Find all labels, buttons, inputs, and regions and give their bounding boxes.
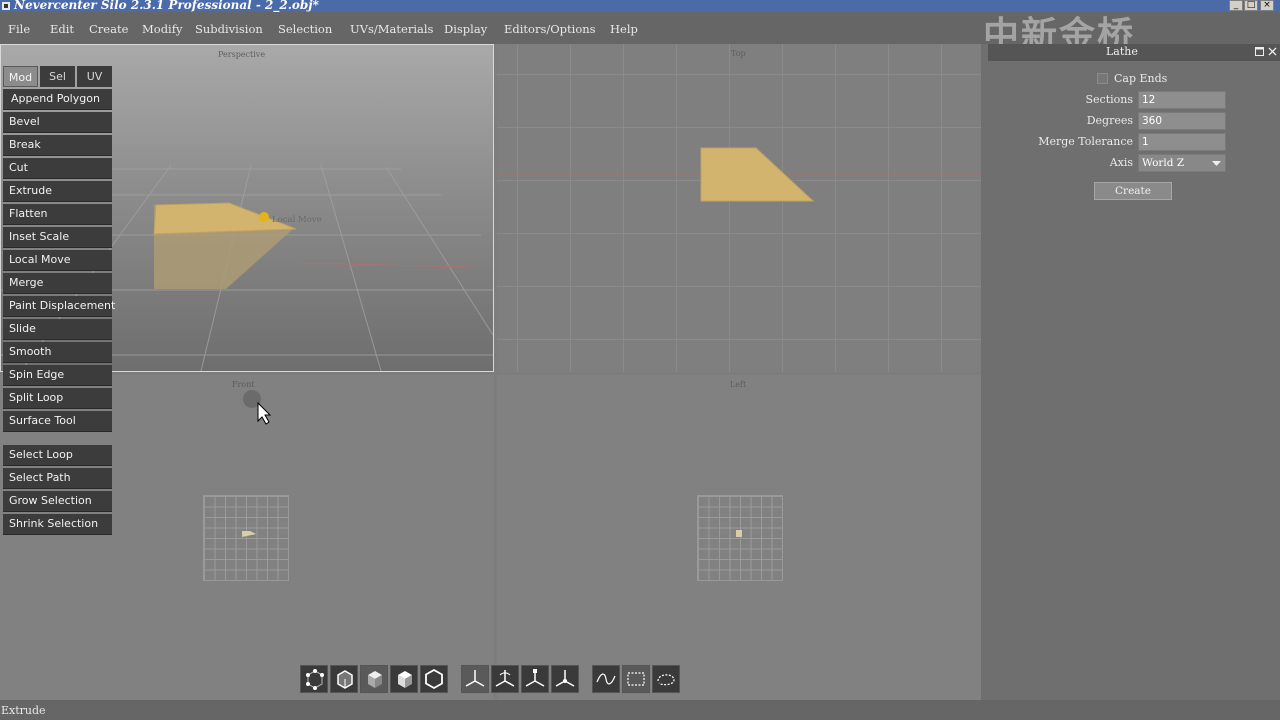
hexagon-mode-icon[interactable] <box>420 665 448 693</box>
chevron-down-icon <box>1212 161 1221 166</box>
axis-dropdown[interactable]: World Z <box>1138 154 1226 172</box>
cap-ends-label: Cap Ends <box>1114 72 1168 85</box>
menu-bar: File Edit Create Modify Subdivision Sele… <box>0 12 1280 56</box>
tool-extrude[interactable]: Extrude <box>3 181 112 202</box>
tool-local-move[interactable]: Local Move <box>3 250 112 271</box>
window-title: Nevercenter Silo 2.3.1 Professional - 2_… <box>14 0 319 12</box>
tool-smooth[interactable]: Smooth <box>3 342 112 363</box>
axis-label: Axis <box>1109 156 1133 169</box>
top-viewport[interactable]: Top <box>497 44 981 372</box>
edge-mode-icon[interactable] <box>330 665 358 693</box>
tool-append-polygon[interactable]: Append Polygon <box>3 89 112 110</box>
front-model-shape <box>242 531 256 537</box>
viewport-label-front: Front <box>232 380 255 389</box>
move-manipulator-icon[interactable] <box>461 665 489 693</box>
viewport-label-perspective: Perspective <box>218 50 266 59</box>
maximize-button[interactable]: □ <box>1244 0 1258 11</box>
menu-subdivision[interactable]: Subdivision <box>195 22 263 36</box>
create-button[interactable]: Create <box>1094 182 1172 200</box>
local-move-overlay-label: Local Move <box>272 215 322 225</box>
sections-field[interactable]: 12 <box>1138 91 1226 109</box>
face-mode-icon[interactable] <box>360 665 388 693</box>
scale-manipulator-icon[interactable] <box>521 665 549 693</box>
degrees-label: Degrees <box>1086 114 1133 127</box>
viewport-label-top: Top <box>731 49 746 58</box>
tool-bevel[interactable]: Bevel <box>3 112 112 133</box>
tool-tabs: Mod Sel UV <box>3 66 112 87</box>
lathe-panel-title: Lathe <box>1106 45 1138 58</box>
menu-file[interactable]: File <box>8 22 30 36</box>
lathe-panel-header: Lathe <box>988 44 1280 61</box>
marquee-select-icon[interactable] <box>622 665 650 693</box>
mouse-cursor-icon <box>243 390 272 425</box>
close-button[interactable]: × <box>1260 0 1274 11</box>
tool-select-path[interactable]: Select Path <box>3 468 112 489</box>
tool-grow-selection[interactable]: Grow Selection <box>3 491 112 512</box>
menu-uvs-materials[interactable]: UVs/Materials <box>350 22 433 36</box>
tool-shrink-selection[interactable]: Shrink Selection <box>3 514 112 535</box>
tool-break[interactable]: Break <box>3 135 112 156</box>
tool-cut[interactable]: Cut <box>3 158 112 179</box>
tool-paint-displacement[interactable]: Paint Displacement <box>3 296 115 317</box>
tool-slide[interactable]: Slide <box>3 319 112 340</box>
left-mini-grid <box>697 495 783 581</box>
close-panel-icon[interactable] <box>1268 47 1277 56</box>
menu-create[interactable]: Create <box>89 22 128 36</box>
tool-split-loop[interactable]: Split Loop <box>3 388 112 409</box>
left-viewport[interactable]: Left <box>497 375 981 700</box>
menu-editors-options[interactable]: Editors/Options <box>504 22 596 36</box>
tool-inset-scale[interactable]: Inset Scale <box>3 227 112 248</box>
viewport-label-left: Left <box>730 380 747 389</box>
cap-ends-checkbox[interactable] <box>1097 73 1108 84</box>
tool-select-loop[interactable]: Select Loop <box>3 445 112 466</box>
paint-select-icon[interactable] <box>592 665 620 693</box>
tab-sel[interactable]: Sel <box>40 66 75 87</box>
tool-merge[interactable]: Merge <box>3 273 112 294</box>
menu-edit[interactable]: Edit <box>50 22 74 36</box>
vertex-mode-icon[interactable] <box>300 665 328 693</box>
degrees-field[interactable]: 360 <box>1138 112 1226 130</box>
tab-mod[interactable]: Mod <box>3 66 38 87</box>
universal-manipulator-icon[interactable] <box>551 665 579 693</box>
merge-tolerance-field[interactable]: 1 <box>1138 133 1226 151</box>
status-text: Extrude <box>1 704 46 717</box>
tool-flatten[interactable]: Flatten <box>3 204 112 225</box>
tool-surface-tool[interactable]: Surface Tool <box>3 411 112 432</box>
lasso-select-icon[interactable] <box>652 665 680 693</box>
sections-label: Sections <box>1085 93 1134 106</box>
axis-dropdown-value: World Z <box>1142 157 1185 169</box>
rotate-manipulator-icon[interactable] <box>491 665 519 693</box>
float-panel-icon[interactable] <box>1255 47 1264 56</box>
top-scene <box>497 147 981 202</box>
object-mode-icon[interactable] <box>390 665 418 693</box>
left-model-shape <box>736 530 742 537</box>
menu-selection[interactable]: Selection <box>278 22 332 36</box>
status-bar: Extrude <box>0 700 1280 720</box>
menu-display[interactable]: Display <box>444 22 487 36</box>
merge-tolerance-label: Merge Tolerance <box>1038 135 1133 148</box>
app-icon <box>2 2 10 10</box>
tool-spin-edge[interactable]: Spin Edge <box>3 365 112 386</box>
minimize-button[interactable]: _ <box>1229 0 1243 11</box>
menu-modify[interactable]: Modify <box>142 22 183 36</box>
tab-uv[interactable]: UV <box>77 66 112 87</box>
menu-help[interactable]: Help <box>610 22 638 36</box>
